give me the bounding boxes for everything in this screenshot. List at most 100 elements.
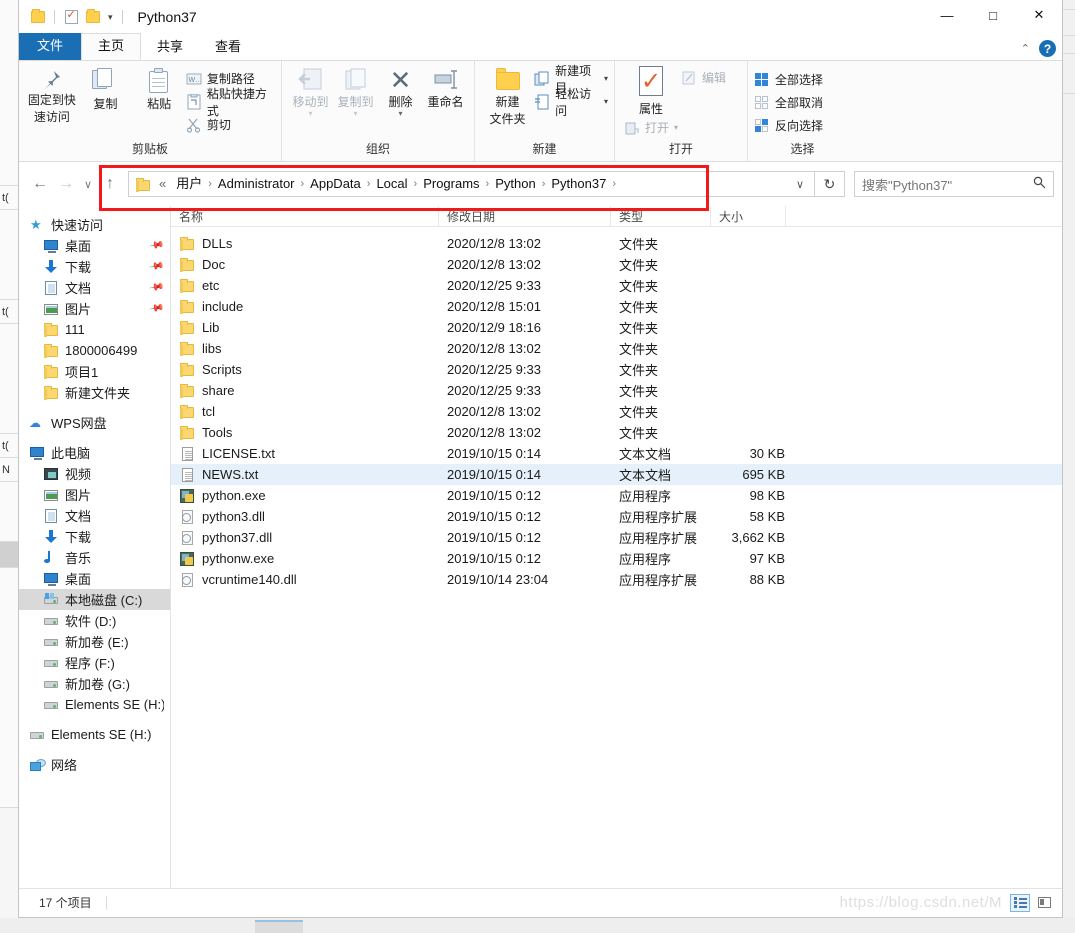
breadcrumb-item-programs[interactable]: Programs <box>418 172 484 196</box>
breadcrumb-item-administrator[interactable]: Administrator <box>213 172 300 196</box>
sidebar-item-drive-e[interactable]: 新加卷 (E:) <box>19 631 170 652</box>
up-button[interactable]: ↑ <box>97 171 123 197</box>
open-button[interactable]: 打开 ▾ <box>624 118 678 137</box>
breadcrumb-item-users[interactable]: 用户 <box>171 172 207 196</box>
file-name-cell[interactable]: tcl <box>171 404 439 420</box>
file-name-cell[interactable]: DLLs <box>171 236 439 252</box>
table-row[interactable]: Scripts 2020/12/25 9:33 文件夹 <box>171 359 1062 380</box>
help-icon[interactable]: ? <box>1039 40 1056 57</box>
sidebar-item-wps-cloud[interactable]: ☁ WPS网盘 <box>19 412 170 433</box>
table-row[interactable]: libs 2020/12/8 13:02 文件夹 <box>171 338 1062 359</box>
move-to-caret-icon[interactable]: ▾ <box>308 109 312 118</box>
sidebar-item-pc-documents[interactable]: 文档 <box>19 505 170 526</box>
tab-view[interactable]: 查看 <box>199 35 257 60</box>
table-row[interactable]: python37.dll 2019/10/15 0:12 应用程序扩展 3,662 K… <box>171 527 1062 548</box>
table-row[interactable]: pythonw.exe 2019/10/15 0:12 应用程序 97 KB <box>171 548 1062 569</box>
open-caret-icon[interactable]: ▾ <box>674 123 678 132</box>
sidebar-item-pc-desktop[interactable]: 桌面 <box>19 568 170 589</box>
tab-file[interactable]: 文件 <box>19 33 82 60</box>
sidebar-item-drive-f[interactable]: 程序 (F:) <box>19 652 170 673</box>
column-header-size[interactable]: 大小 <box>711 206 786 226</box>
copy-button[interactable]: 复制 <box>79 64 133 111</box>
file-name-cell[interactable]: Lib <box>171 320 439 336</box>
table-row[interactable]: python.exe 2019/10/15 0:12 应用程序 98 KB <box>171 485 1062 506</box>
file-name-cell[interactable]: share <box>171 383 439 399</box>
maximize-button[interactable]: □ <box>970 0 1016 30</box>
back-button[interactable]: ← <box>27 171 53 197</box>
select-none-button[interactable]: 全部取消 <box>754 93 823 112</box>
sidebar-item-music[interactable]: 音乐 <box>19 547 170 568</box>
file-name-cell[interactable]: python3.dll <box>171 509 439 525</box>
collapse-ribbon-icon[interactable]: ⌃ <box>1021 42 1030 55</box>
tab-home[interactable]: 主页 <box>81 33 142 60</box>
address-breadcrumb-bar[interactable]: « 用户 › Administrator › AppData › Local ›… <box>128 171 815 197</box>
sidebar-item-folder-new[interactable]: 新建文件夹 <box>19 382 170 403</box>
delete-button[interactable]: ✕ 删除 ▾ <box>378 64 423 118</box>
breadcrumb-item-python[interactable]: Python <box>490 172 540 196</box>
sidebar-item-desktop[interactable]: 桌面 📌 <box>19 235 170 256</box>
file-name-cell[interactable]: Tools <box>171 425 439 441</box>
easy-access-button[interactable]: 轻松访问 ▾ <box>534 87 608 118</box>
file-name-cell[interactable]: include <box>171 299 439 315</box>
tab-share[interactable]: 共享 <box>141 35 199 60</box>
new-item-caret-icon[interactable]: ▾ <box>604 74 608 83</box>
select-all-button[interactable]: 全部选择 <box>754 70 823 89</box>
breadcrumb-item-python37[interactable]: Python37 <box>546 172 611 196</box>
table-row[interactable]: DLLs 2020/12/8 13:02 文件夹 <box>171 233 1062 254</box>
table-row[interactable]: Lib 2020/12/9 18:16 文件夹 <box>171 317 1062 338</box>
new-folder-button[interactable]: 新建 文件夹 <box>481 64 534 126</box>
copy-to-caret-icon[interactable]: ▾ <box>353 109 357 118</box>
table-row[interactable]: Doc 2020/12/8 13:02 文件夹 <box>171 254 1062 275</box>
table-row[interactable]: etc 2020/12/25 9:33 文件夹 <box>171 275 1062 296</box>
new-folder-quick-icon[interactable] <box>82 6 104 28</box>
breadcrumb-item-appdata[interactable]: AppData <box>305 172 366 196</box>
recent-locations-icon[interactable]: ∨ <box>79 171 97 197</box>
sidebar-item-drive-c[interactable]: 本地磁盘 (C:) <box>19 589 170 610</box>
paste-button[interactable]: 粘贴 <box>132 64 186 111</box>
sidebar-item-drive-h[interactable]: Elements SE (H:) <box>19 694 170 715</box>
refresh-button[interactable]: ↻ <box>815 171 845 197</box>
sidebar-item-pc-downloads[interactable]: 下载 <box>19 526 170 547</box>
column-header-type[interactable]: 类型 <box>611 206 711 226</box>
table-row[interactable]: python3.dll 2019/10/15 0:12 应用程序扩展 58 KB <box>171 506 1062 527</box>
file-name-cell[interactable]: python.exe <box>171 488 439 504</box>
breadcrumb-sep-7[interactable]: › <box>611 178 617 190</box>
taskbar-item[interactable] <box>255 920 303 933</box>
file-name-cell[interactable]: pythonw.exe <box>171 551 439 567</box>
column-header-date[interactable]: 修改日期 <box>439 206 611 226</box>
cut-button[interactable]: 剪切 <box>186 115 275 134</box>
table-row[interactable]: NEWS.txt 2019/10/15 0:14 文本文档 695 KB <box>171 464 1062 485</box>
sidebar-item-downloads[interactable]: 下载 📌 <box>19 256 170 277</box>
breadcrumb-overflow[interactable]: « <box>154 172 171 196</box>
search-box[interactable]: 搜索"Python37" <box>854 171 1054 197</box>
file-name-cell[interactable]: Doc <box>171 257 439 273</box>
sidebar-item-videos[interactable]: 视频 <box>19 463 170 484</box>
sidebar-item-folder-xiangmu1[interactable]: 项目1 <box>19 361 170 382</box>
minimize-button[interactable]: — <box>924 0 970 30</box>
pin-to-quick-access-button[interactable]: 固定到快 速访问 <box>25 64 79 124</box>
easy-access-caret-icon[interactable]: ▾ <box>604 97 608 106</box>
table-row[interactable]: vcruntime140.dll 2019/10/14 23:04 应用程序扩展 88… <box>171 569 1062 590</box>
breadcrumb-item-local[interactable]: Local <box>371 172 412 196</box>
table-row[interactable]: Tools 2020/12/8 13:02 文件夹 <box>171 422 1062 443</box>
column-header-name[interactable]: 名称 <box>171 206 439 226</box>
sidebar-item-drive-g[interactable]: 新加卷 (G:) <box>19 673 170 694</box>
sidebar-item-folder-1800006499[interactable]: 1800006499 <box>19 340 170 361</box>
search-input[interactable]: 搜索"Python37" <box>862 175 1033 194</box>
properties-quick-icon[interactable] <box>60 6 82 28</box>
table-row[interactable]: tcl 2020/12/8 13:02 文件夹 <box>171 401 1062 422</box>
sidebar-item-documents[interactable]: 文档 📌 <box>19 277 170 298</box>
file-name-cell[interactable]: etc <box>171 278 439 294</box>
copy-to-button[interactable]: 复制到 ▾ <box>333 64 378 118</box>
file-name-cell[interactable]: libs <box>171 341 439 357</box>
table-row[interactable]: LICENSE.txt 2019/10/15 0:14 文本文档 30 KB <box>171 443 1062 464</box>
file-name-cell[interactable]: NEWS.txt <box>171 467 439 483</box>
move-to-button[interactable]: 移动到 ▾ <box>288 64 333 118</box>
table-row[interactable]: share 2020/12/25 9:33 文件夹 <box>171 380 1062 401</box>
sidebar-item-drive-d[interactable]: 软件 (D:) <box>19 610 170 631</box>
delete-caret-icon[interactable]: ▾ <box>398 109 402 118</box>
file-name-cell[interactable]: python37.dll <box>171 530 439 546</box>
file-name-cell[interactable]: vcruntime140.dll <box>171 572 439 588</box>
qat-dropdown-icon[interactable]: ▾ <box>104 12 117 23</box>
sidebar-item-network[interactable]: 网络 <box>19 754 170 775</box>
